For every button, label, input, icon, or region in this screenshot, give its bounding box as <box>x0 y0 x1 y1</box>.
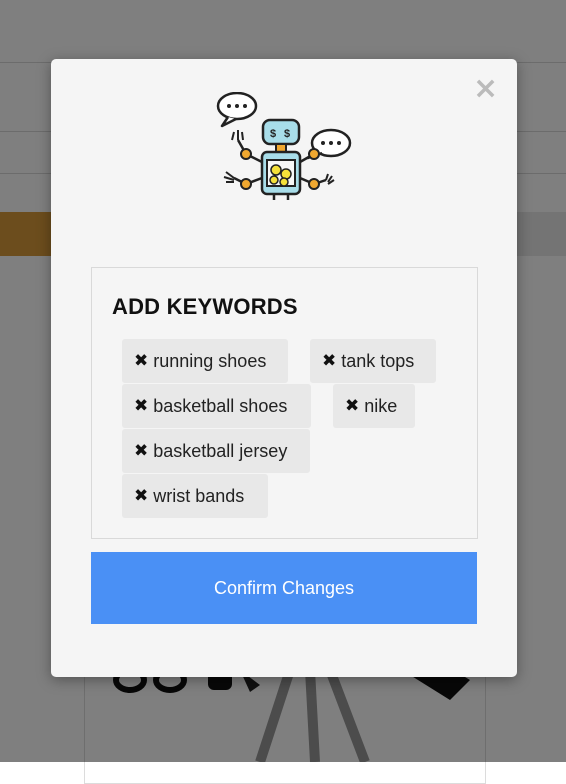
keyword-chip[interactable]: ✖ tank tops <box>310 339 436 383</box>
keyword-label: basketball jersey <box>153 440 288 461</box>
remove-icon[interactable]: ✖ <box>134 486 148 506</box>
confirm-changes-button[interactable]: Confirm Changes <box>91 552 477 624</box>
keyword-label: nike <box>364 395 398 416</box>
svg-text:$: $ <box>270 128 276 140</box>
remove-icon[interactable]: ✖ <box>134 351 148 371</box>
keyword-label: basketball shoes <box>153 395 288 416</box>
remove-icon[interactable]: ✖ <box>345 396 359 416</box>
remove-icon[interactable]: ✖ <box>322 351 336 371</box>
svg-text:$: $ <box>284 128 290 140</box>
add-keywords-modal: × $ $ ADD KEYWORDS ✖ running shoes ✖ tan… <box>51 59 517 677</box>
close-icon[interactable]: × <box>473 74 498 104</box>
keyword-chip[interactable]: ✖ nike <box>333 384 415 428</box>
keyword-chip[interactable]: ✖ running shoes <box>122 339 288 383</box>
keyword-chip[interactable]: ✖ basketball shoes <box>122 384 311 428</box>
remove-icon[interactable]: ✖ <box>134 396 148 416</box>
remove-icon[interactable]: ✖ <box>134 441 148 461</box>
keyword-label: wrist bands <box>153 485 245 506</box>
keyword-chip[interactable]: ✖ wrist bands <box>122 474 268 518</box>
keywords-title: ADD KEYWORDS <box>112 294 298 319</box>
keyword-label: running shoes <box>153 350 267 371</box>
robot-illustration-icon: $ $ <box>216 92 352 200</box>
keywords-panel: ADD KEYWORDS ✖ running shoes ✖ tank tops… <box>91 267 478 539</box>
keyword-label: tank tops <box>341 350 415 371</box>
keyword-chip[interactable]: ✖ basketball jersey <box>122 429 310 473</box>
